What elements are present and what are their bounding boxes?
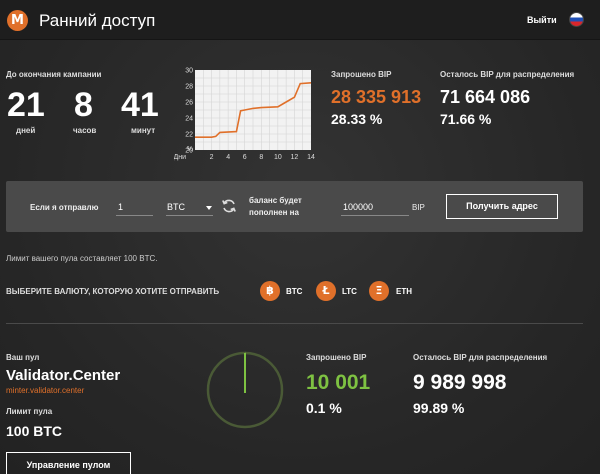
- pool-progress-gauge: [206, 351, 284, 429]
- pool-name: Validator.Center: [6, 367, 121, 384]
- chevron-down-icon: [206, 206, 212, 210]
- pool-limit-note: Лимит вашего пула составляет 100 BTC.: [6, 254, 158, 263]
- pool-remaining-value: 9 989 998: [413, 371, 507, 394]
- balance-label-line2: пополнен на: [249, 208, 299, 217]
- exchange-calculator: Если я отправлю BTC баланс будет пополне…: [6, 181, 583, 232]
- remaining-label: Осталось BIP для распределения: [440, 70, 575, 79]
- pool-url-link[interactable]: minter.validator.center: [6, 386, 84, 395]
- pool-limit-label: Лимит пула: [6, 407, 53, 416]
- countdown-hours-unit: часов: [73, 126, 97, 135]
- result-input[interactable]: [341, 199, 409, 216]
- countdown-hours: 8: [74, 86, 93, 124]
- pool-requested-label: Запрошено BIP: [306, 353, 367, 362]
- russian-flag-icon[interactable]: [569, 12, 584, 27]
- chart-x-tick-label: 2: [210, 154, 214, 161]
- chart-x-axis-label: Дни: [174, 154, 186, 161]
- pool-requested-value: 10 001: [306, 371, 371, 394]
- currency-select[interactable]: BTC: [166, 199, 213, 216]
- requested-value: 28 335 913: [331, 87, 422, 107]
- chart-x-tick-label: 8: [259, 154, 263, 161]
- choose-currency-label: ВЫБЕРИТЕ ВАЛЮТУ, КОТОРУЮ ХОТИТЕ ОТПРАВИТ…: [6, 287, 220, 296]
- swap-arrows-icon[interactable]: [221, 198, 237, 214]
- chart-y-tick-label: 24: [185, 116, 193, 123]
- chart-y-tick-label: 28: [185, 84, 193, 91]
- result-unit: BIP: [412, 203, 425, 212]
- btc-coin-icon[interactable]: ฿: [260, 281, 280, 301]
- pool-remaining-label: Осталось BIP для распределения: [413, 353, 548, 362]
- pool-remaining-percent: 99.89 %: [413, 400, 465, 416]
- countdown-days: 21: [7, 86, 45, 124]
- manage-pool-button[interactable]: Управление пулом: [6, 452, 131, 474]
- countdown-days-unit: дней: [16, 126, 36, 135]
- chart-y-tick-label: 22: [185, 132, 193, 139]
- currency-select-value: BTC: [167, 202, 185, 212]
- eth-option-label[interactable]: ETH: [396, 287, 412, 296]
- get-address-button[interactable]: Получить адрес: [446, 194, 558, 219]
- page-title: Ранний доступ: [39, 11, 156, 30]
- amount-input[interactable]: [116, 199, 153, 216]
- minter-logo-icon[interactable]: M: [7, 10, 28, 31]
- progress-line-chart: 302826242220%Дни 2 4 6 8 10 12 14: [174, 68, 315, 162]
- pool-requested-percent: 0.1 %: [306, 400, 342, 416]
- section-divider: [6, 323, 583, 324]
- logout-button[interactable]: Выйти: [527, 15, 557, 25]
- your-pool-label: Ваш пул: [6, 353, 40, 362]
- send-label: Если я отправлю: [30, 203, 99, 212]
- pool-limit-value: 100 BTC: [6, 423, 63, 439]
- chart-x-tick-label: 6: [243, 154, 247, 161]
- chart-x-tick-label: 12: [291, 154, 299, 161]
- countdown-minutes-unit: минут: [131, 126, 156, 135]
- ltc-option-label[interactable]: LTC: [342, 287, 357, 296]
- btc-option-label[interactable]: BTC: [286, 287, 302, 296]
- chart-y-unit-label: %: [187, 146, 193, 153]
- remaining-value: 71 664 086: [440, 87, 531, 107]
- eth-coin-icon[interactable]: Ξ: [369, 281, 389, 301]
- top-bar: M Ранний доступ Выйти: [0, 0, 600, 40]
- requested-percent: 28.33 %: [331, 111, 383, 127]
- chart-y-tick-label: 30: [185, 68, 193, 75]
- chart-y-tick-label: 26: [185, 100, 193, 107]
- countdown-label: До окончания кампании: [6, 70, 102, 79]
- chart-x-tick-label: 4: [226, 154, 230, 161]
- countdown-minutes: 41: [121, 86, 159, 124]
- chart-x-tick-label: 14: [307, 154, 315, 161]
- remaining-percent: 71.66 %: [440, 111, 492, 127]
- balance-label-line1: баланс будет: [249, 196, 302, 205]
- requested-label: Запрошено BIP: [331, 70, 392, 79]
- ltc-coin-icon[interactable]: Ł: [316, 281, 336, 301]
- chart-x-tick-label: 10: [274, 154, 282, 161]
